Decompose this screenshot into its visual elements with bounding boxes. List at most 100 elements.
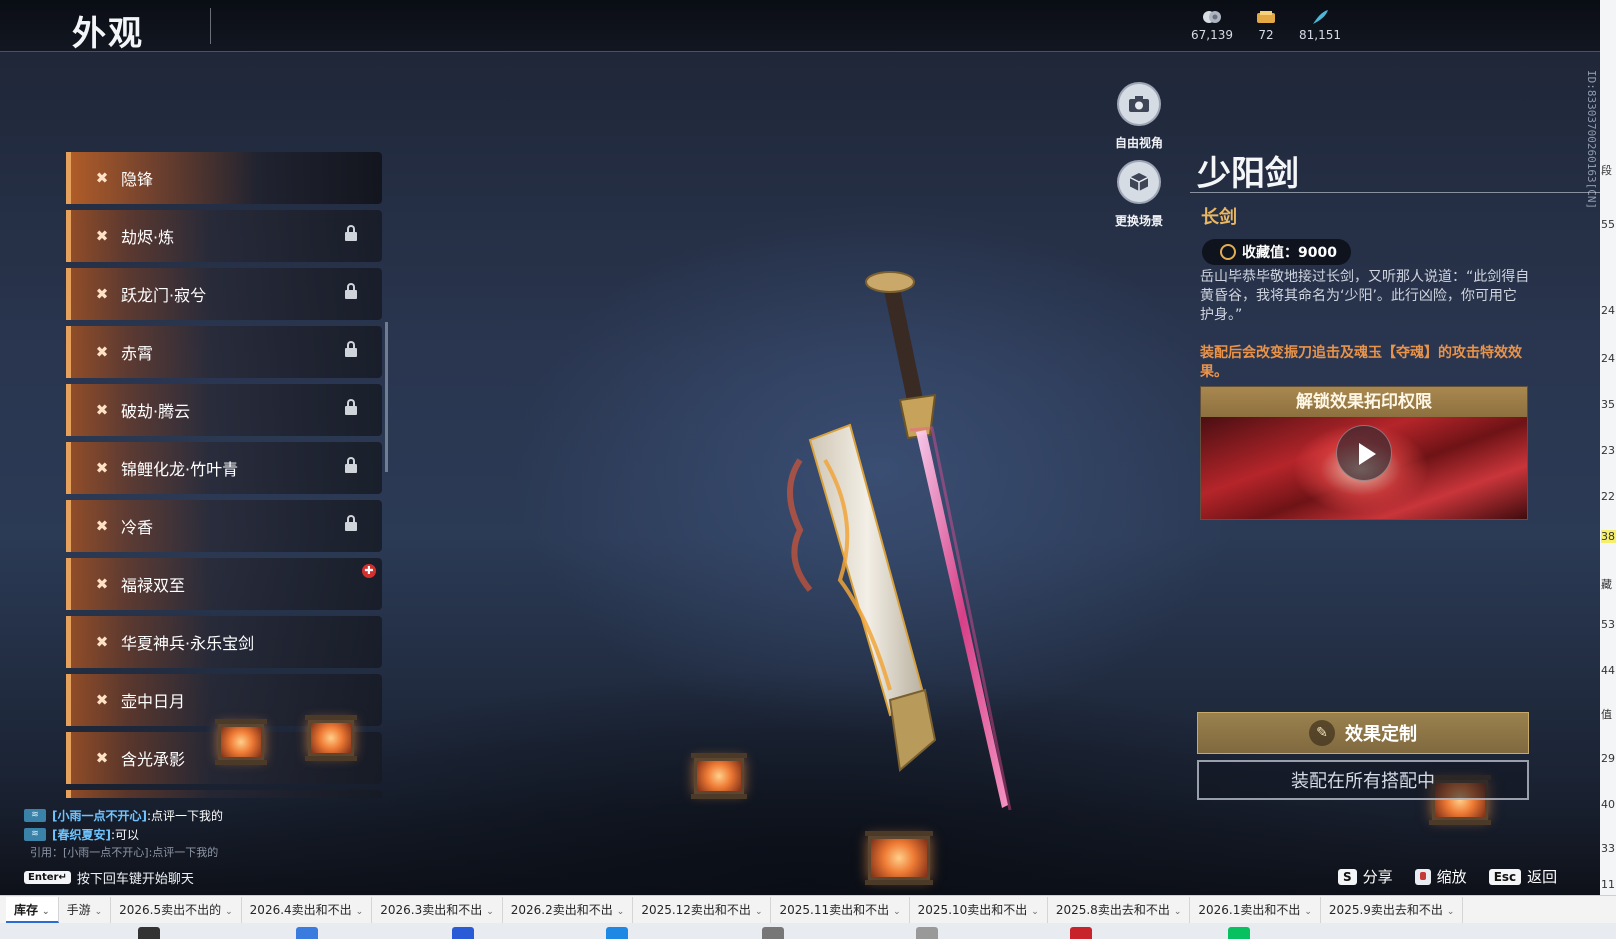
customize-effect-button[interactable]: ✎ 效果定制 — [1197, 712, 1529, 754]
sheet-tab[interactable]: 2026.3卖出和不出 ⌄ — [372, 896, 503, 923]
taskbar-app-icon[interactable] — [606, 927, 628, 939]
edge-cell: 11 — [1601, 878, 1615, 891]
mouse-icon — [1414, 868, 1431, 885]
sheet-tab-label: 2026.4卖出和不出 — [249, 902, 352, 917]
skin-item-partial[interactable] — [66, 790, 382, 798]
skin-item[interactable]: ✖ 破劫·腾云 — [66, 384, 382, 436]
collection-value-badge: 收藏值：9000 — [1202, 239, 1351, 265]
skin-item[interactable]: ✖ 华夏神兵·永乐宝剑 — [66, 616, 382, 668]
taskbar-app-icon[interactable] — [138, 927, 160, 939]
chat-input-hint[interactable]: Enter↵ 按下回车键开始聊天 — [24, 868, 194, 887]
edge-cell: 24 — [1601, 304, 1615, 317]
equip-all-button[interactable]: 装配在所有搭配中 — [1197, 760, 1529, 800]
sheet-tab-bar: 库存 ⌄ 手游 ⌄ 2026.5卖出不出的 ⌄ 2026.4卖出和不出 ⌄ 2026.3… — [0, 895, 1616, 923]
cross-swords-icon: ✖ — [95, 691, 109, 709]
sheet-tab[interactable]: 2025.9卖出去和不出 ⌄ — [1321, 896, 1464, 923]
chat-user[interactable]: [小雨一点不开心] — [52, 807, 147, 824]
chat-quote: 引用：[小雨一点不开心]:点评一下我的 — [30, 846, 219, 859]
lock-icon — [344, 515, 358, 533]
sheet-tab[interactable]: 2025.12卖出和不出 ⌄ — [633, 896, 772, 923]
sheet-tab[interactable]: 2025.8卖出去和不出 ⌄ — [1048, 896, 1191, 923]
taskbar-app-icon[interactable] — [1228, 927, 1250, 939]
enter-key-icon: Enter↵ — [24, 871, 71, 884]
change-scene-button[interactable]: 更换场景 — [1104, 160, 1174, 229]
skin-item[interactable]: ✖ 福禄双至 ✚ — [66, 558, 382, 610]
chevron-down-icon: ⌄ — [1173, 906, 1182, 917]
brush-icon: ✎ — [1309, 720, 1335, 746]
skin-item[interactable]: ✖ 锦鲤化龙·竹叶青 — [66, 442, 382, 494]
edge-cell: 53 — [1601, 618, 1615, 631]
taskbar-app-icon[interactable] — [916, 927, 938, 939]
sheet-tab[interactable]: 2026.1卖出和不出 ⌄ — [1190, 896, 1321, 923]
sheet-tab[interactable]: 手游 ⌄ — [59, 896, 112, 923]
sheet-tab-label: 2026.2卖出和不出 — [510, 902, 613, 917]
cross-swords-icon: ✖ — [95, 633, 109, 651]
sheet-tab-label: 2025.12卖出和不出 — [641, 902, 751, 917]
game-window: 外观 67,139 72 81,151 ID:83303700260163[CN… — [0, 0, 1600, 895]
lock-icon — [344, 341, 358, 359]
skin-item-label: 赤霄 — [121, 344, 154, 363]
list-scrollbar[interactable] — [385, 322, 388, 472]
taskbar-app-icon[interactable] — [296, 927, 318, 939]
free-view-label: 自由视角 — [1114, 136, 1163, 150]
lock-icon — [344, 283, 358, 301]
taskbar-app-icon[interactable] — [452, 927, 474, 939]
cross-swords-icon: ✖ — [95, 575, 109, 593]
sheet-tab[interactable]: 2025.11卖出和不出 ⌄ — [771, 896, 910, 923]
cross-swords-icon: ✖ — [95, 227, 109, 245]
edge-cell: 22 — [1601, 490, 1615, 503]
skin-item[interactable]: ✖ 劫烬·炼 — [66, 210, 382, 262]
sheet-tab[interactable]: 2026.5卖出不出的 ⌄ — [111, 896, 242, 923]
sheet-tab-label: 2025.8卖出去和不出 — [1055, 902, 1170, 917]
back-button[interactable]: Esc 返回 — [1488, 866, 1557, 887]
player-id: ID:83303700260163[CN] — [1585, 70, 1598, 210]
change-scene-label: 更换场景 — [1114, 214, 1163, 228]
weapon-render — [787, 271, 1012, 811]
lantern-decoration — [215, 719, 267, 765]
taskbar-app-icon[interactable] — [762, 927, 784, 939]
cross-swords-icon: ✖ — [95, 749, 109, 767]
edge-cell: 38 — [1601, 530, 1616, 543]
edge-cell: 35 — [1601, 398, 1615, 411]
esc-key-icon: Esc — [1488, 868, 1522, 885]
effect-note: 装配后会改变振刀追击及魂玉【夺魂】的攻击特效效果。 — [1200, 345, 1522, 380]
sheet-tab[interactable]: 库存 ⌄ — [6, 896, 59, 923]
currency-coins: 67,139 — [1182, 8, 1242, 42]
effect-preview-video[interactable]: 解锁效果拓印权限 — [1200, 386, 1528, 520]
skin-item[interactable]: ✖ 隐锋 — [66, 152, 382, 204]
chevron-down-icon: ⌄ — [1304, 906, 1312, 917]
skin-list[interactable]: ✖ 隐锋 ✖ 劫烬·炼 ✖ 跃龙门·寂兮 ✖ 赤霄 ✖ 破劫·腾云 ✖ 锦鲤化龙… — [66, 150, 382, 798]
currency-feathers-value: 81,151 — [1299, 28, 1341, 42]
skin-item[interactable]: ✖ 冷香 — [66, 500, 382, 552]
sheet-tab[interactable]: 2025.10卖出和不出 ⌄ — [910, 896, 1048, 923]
chat-user[interactable]: [春织夏安] — [52, 826, 111, 843]
edge-cell: 段 — [1601, 164, 1612, 177]
sheet-tab[interactable]: 2026.2卖出和不出 ⌄ — [503, 896, 634, 923]
skin-item[interactable]: ✖ 赤霄 — [66, 326, 382, 378]
chevron-down-icon: ⌄ — [893, 906, 901, 917]
sheet-tab-label: 2025.9卖出去和不出 — [1328, 902, 1443, 917]
customize-label: 效果定制 — [1345, 724, 1417, 745]
share-button[interactable]: S 分享 — [1338, 866, 1393, 887]
edge-cell: 值 — [1601, 708, 1612, 721]
lock-icon — [344, 225, 358, 243]
chat-hint-text: 按下回车键开始聊天 — [76, 872, 194, 887]
skin-item[interactable]: ✖ 跃龙门·寂兮 — [66, 268, 382, 320]
cross-swords-icon: ✖ — [95, 401, 109, 419]
skin-item-label: 壶中日月 — [121, 692, 186, 711]
equip-all-label: 装配在所有搭配中 — [1291, 771, 1435, 792]
sheet-tab-label: 2026.3卖出和不出 — [380, 902, 483, 917]
chat-channel-icon: ≋ — [24, 809, 46, 822]
play-icon[interactable] — [1336, 425, 1392, 481]
new-badge-icon: ✚ — [362, 564, 376, 578]
chevron-down-icon: ⌄ — [42, 906, 50, 917]
page-title: 外观 — [72, 14, 144, 54]
chat-message: ≋ [小雨一点不开心] :点评一下我的 — [24, 806, 324, 825]
camera-icon — [1117, 82, 1161, 126]
share-label: 分享 — [1362, 868, 1393, 886]
sheet-tab[interactable]: 2026.4卖出和不出 ⌄ — [242, 896, 373, 923]
taskbar-app-icon[interactable] — [1070, 927, 1092, 939]
free-view-button[interactable]: 自由视角 — [1104, 82, 1174, 151]
zoom-button[interactable]: 缩放 — [1414, 866, 1467, 887]
top-bar: 外观 67,139 72 81,151 — [0, 0, 1600, 54]
